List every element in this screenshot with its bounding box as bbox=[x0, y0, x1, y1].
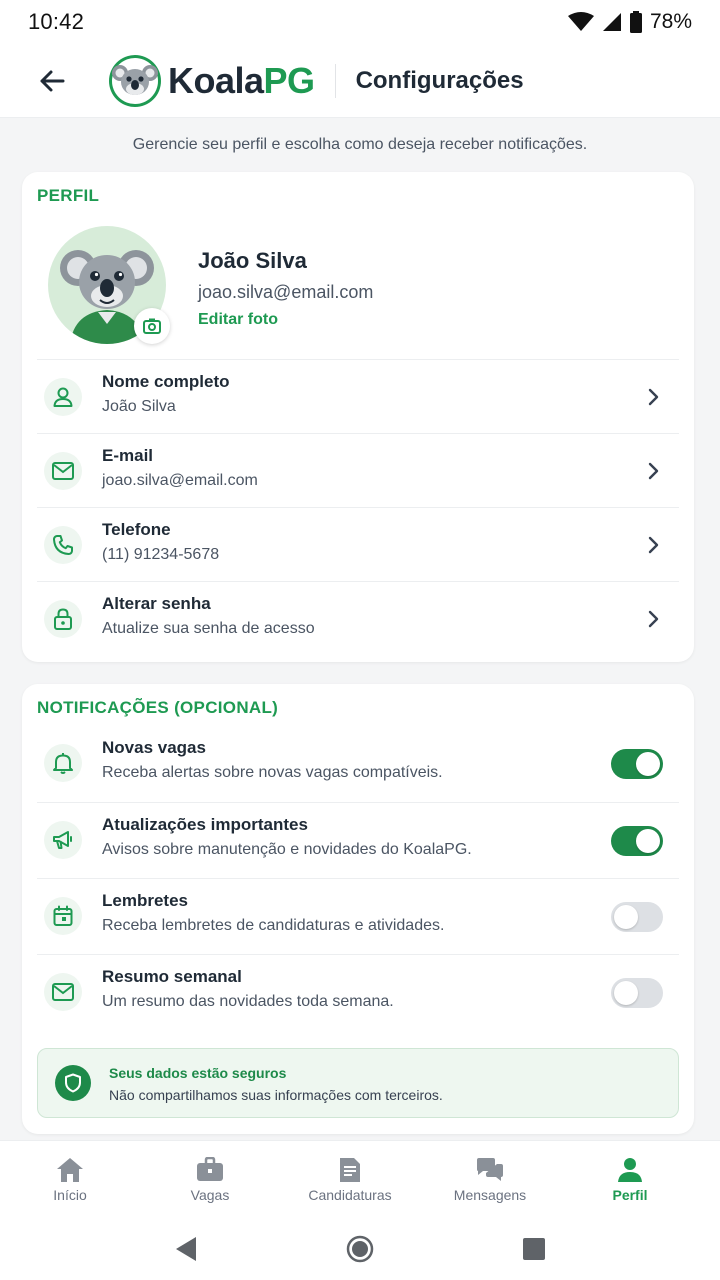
notification-desc: Receba lembretes de candidaturas e ativi… bbox=[102, 917, 445, 934]
toggle-reminders[interactable] bbox=[611, 902, 663, 932]
safety-description: Não compartilhamos suas informações com … bbox=[109, 1087, 443, 1103]
notification-desc: Um resumo das novidades toda semana. bbox=[102, 993, 394, 1010]
system-home-icon[interactable] bbox=[346, 1235, 374, 1263]
notification-label: Novas vagas bbox=[102, 738, 206, 757]
nav-label: Candidaturas bbox=[308, 1187, 392, 1203]
notification-row-new-jobs: Novas vagas Receba alertas sobre novas v… bbox=[37, 726, 679, 802]
toggle-weekly-summary[interactable] bbox=[611, 978, 663, 1008]
profile-header: João Silva joao.silva@email.com Editar f… bbox=[22, 224, 694, 359]
nav-item-jobs[interactable]: Vagas bbox=[140, 1141, 280, 1219]
calendar-icon bbox=[44, 897, 82, 935]
document-icon bbox=[340, 1158, 360, 1182]
nav-label: Mensagens bbox=[453, 1187, 527, 1203]
nav-item-applications[interactable]: Candidaturas bbox=[280, 1141, 420, 1219]
status-bar: 10:42 78% bbox=[0, 0, 720, 44]
chevron-right-icon bbox=[648, 610, 659, 628]
safety-title: Seus dados estão seguros bbox=[109, 1065, 287, 1081]
mail-icon bbox=[44, 451, 82, 490]
lock-icon bbox=[44, 599, 82, 638]
change-photo-button[interactable] bbox=[134, 308, 170, 344]
notification-label: Atualizações importantes bbox=[102, 815, 308, 834]
signal-icon bbox=[602, 13, 621, 31]
system-recents-icon[interactable] bbox=[522, 1237, 546, 1261]
toggle-knob bbox=[636, 752, 660, 776]
notification-desc: Avisos sobre manutenção e novidades do K… bbox=[102, 841, 472, 858]
notifications-card: NOTIFICAÇÕES (OPCIONAL) Novas vagas Rece… bbox=[22, 684, 694, 1134]
toggle-knob bbox=[614, 981, 638, 1005]
system-back-icon[interactable] bbox=[174, 1236, 198, 1262]
page-subtitle: Gerencie seu perfil e escolha como desej… bbox=[132, 136, 588, 153]
nav-label: Perfil bbox=[612, 1187, 648, 1203]
wifi-icon bbox=[567, 12, 594, 31]
profile-row-change-password[interactable]: Alterar senha Atualize sua senha de aces… bbox=[37, 581, 679, 655]
bell-icon bbox=[44, 744, 82, 782]
profile-section-title: PERFIL bbox=[37, 186, 100, 205]
row-label: Telefone bbox=[102, 520, 171, 539]
toggle-important-updates[interactable] bbox=[611, 826, 663, 856]
page-title: Configurações bbox=[355, 66, 524, 94]
row-value: João Silva bbox=[102, 398, 176, 415]
profile-row-full-name[interactable]: Nome completo João Silva bbox=[37, 359, 679, 433]
shield-icon bbox=[55, 1065, 91, 1101]
status-icons: 78% bbox=[567, 10, 692, 34]
bottom-nav: Início Vagas Candidaturas Mensagens Perf… bbox=[0, 1140, 720, 1218]
briefcase-icon bbox=[197, 1157, 223, 1181]
row-label: E-mail bbox=[102, 446, 154, 465]
logo-text-pg: PG bbox=[263, 59, 316, 101]
chevron-right-icon bbox=[648, 462, 659, 480]
notification-desc: Receba alertas sobre novas vagas compatí… bbox=[102, 764, 443, 781]
logo-text-koala: Koala bbox=[168, 59, 264, 101]
phone-icon bbox=[44, 525, 82, 564]
system-nav-bar bbox=[0, 1218, 720, 1280]
profile-row-phone[interactable]: Telefone (11) 91234-5678 bbox=[37, 507, 679, 581]
megaphone-icon bbox=[44, 821, 82, 859]
status-time: 10:42 bbox=[28, 9, 85, 34]
notification-row-weekly-summary: Resumo semanal Um resumo das novidades t… bbox=[37, 954, 679, 1030]
profile-email: joao.silva@email.com bbox=[198, 282, 374, 302]
row-label: Alterar senha bbox=[102, 594, 211, 613]
nav-label: Início bbox=[53, 1187, 87, 1203]
row-label: Nome completo bbox=[102, 372, 230, 391]
edit-photo-link[interactable]: Editar foto bbox=[198, 311, 278, 329]
notification-label: Lembretes bbox=[102, 891, 188, 910]
nav-label: Vagas bbox=[190, 1187, 230, 1203]
profile-card: PERFIL João Silva joao.silva@email.com E… bbox=[22, 172, 694, 662]
profile-row-email[interactable]: E-mail joao.silva@email.com bbox=[37, 433, 679, 507]
battery-percent: 78% bbox=[649, 10, 692, 33]
notifications-section-title: NOTIFICAÇÕES (OPCIONAL) bbox=[37, 698, 279, 717]
person-icon bbox=[618, 1158, 642, 1182]
user-icon bbox=[44, 377, 82, 416]
toggle-knob bbox=[636, 829, 660, 853]
arrow-left-icon bbox=[40, 70, 65, 91]
back-button[interactable] bbox=[26, 55, 78, 107]
row-value: (11) 91234-5678 bbox=[102, 546, 220, 563]
notification-row-reminders: Lembretes Receba lembretes de candidatur… bbox=[37, 878, 679, 954]
appbar-divider bbox=[334, 63, 336, 98]
notification-row-important-updates: Atualizações importantes Avisos sobre ma… bbox=[37, 802, 679, 878]
chevron-right-icon bbox=[648, 388, 659, 406]
nav-item-messages[interactable]: Mensagens bbox=[420, 1141, 560, 1219]
toggle-knob bbox=[614, 905, 638, 929]
battery-icon bbox=[629, 11, 642, 33]
chevron-right-icon bbox=[648, 536, 659, 554]
profile-name: João Silva bbox=[198, 248, 307, 273]
nav-item-profile[interactable]: Perfil bbox=[560, 1141, 700, 1219]
home-icon bbox=[57, 1158, 83, 1182]
toggle-new-jobs[interactable] bbox=[611, 749, 663, 779]
camera-icon bbox=[143, 318, 161, 334]
app-bar: KoalaPG Configurações bbox=[0, 44, 720, 118]
chat-icon bbox=[477, 1158, 503, 1181]
row-value: joao.silva@email.com bbox=[102, 472, 258, 489]
data-safety-notice: Seus dados estão seguros Não compartilha… bbox=[37, 1048, 679, 1118]
mail-icon bbox=[44, 973, 82, 1011]
row-value: Atualize sua senha de acesso bbox=[102, 620, 315, 637]
notification-label: Resumo semanal bbox=[102, 967, 242, 986]
koala-logo-icon bbox=[109, 54, 161, 107]
nav-item-home[interactable]: Início bbox=[0, 1141, 140, 1219]
app-logo: KoalaPG bbox=[108, 54, 315, 108]
